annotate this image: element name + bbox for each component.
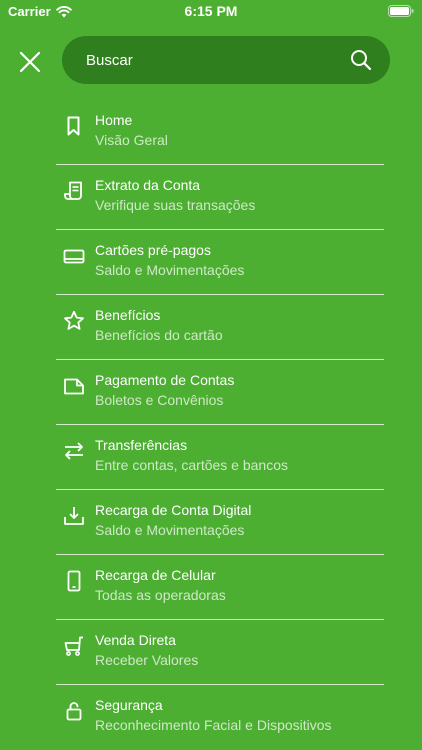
menu-item-title: Home: [95, 112, 133, 128]
menu-item-title: Transferências: [95, 437, 188, 453]
search-input[interactable]: [86, 36, 336, 84]
transfer-icon: [65, 442, 83, 460]
menu-item-seguranca[interactable]: Segurança Reconhecimento Facial e Dispos…: [56, 685, 384, 750]
star-icon: [64, 310, 84, 330]
document-icon: [64, 378, 84, 395]
menu-item-title: Benefícios: [95, 307, 161, 323]
menu-item-title: Venda Direta: [95, 632, 176, 648]
menu-list: Home Visão Geral Extrato da Conta Verifi…: [56, 100, 384, 750]
menu-item-subtitle: Visão Geral: [95, 132, 168, 148]
battery-icon: [388, 5, 414, 17]
menu-item-subtitle: Saldo e Movimentações: [95, 262, 245, 278]
menu-item-title: Segurança: [95, 697, 163, 713]
search-bar: [62, 36, 390, 84]
bookmark-icon: [67, 116, 80, 136]
menu-item-extrato[interactable]: Extrato da Conta Verifique suas transaçõ…: [56, 165, 384, 230]
menu-item-subtitle: Todas as operadoras: [95, 587, 226, 603]
menu-item-subtitle: Reconhecimento Facial e Dispositivos: [95, 717, 332, 733]
menu-item-subtitle: Entre contas, cartões e bancos: [95, 457, 288, 473]
menu-item-cartoes[interactable]: Cartões pré-pagos Saldo e Movimentações: [56, 230, 384, 295]
menu-item-beneficios[interactable]: Benefícios Benefícios do cartão: [56, 295, 384, 360]
menu-item-title: Extrato da Conta: [95, 177, 201, 193]
menu-item-subtitle: Boletos e Convênios: [95, 392, 224, 408]
menu-item-subtitle: Saldo e Movimentações: [95, 522, 245, 538]
menu-item-title: Recarga de Conta Digital: [95, 502, 252, 518]
menu-item-recarga-celular[interactable]: Recarga de Celular Todas as operadoras: [56, 555, 384, 620]
close-button[interactable]: [14, 46, 46, 78]
lock-icon: [66, 702, 82, 721]
menu-item-recarga-conta[interactable]: Recarga de Conta Digital Saldo e Movimen…: [56, 490, 384, 555]
status-bar: Carrier 6:15 PM: [0, 0, 422, 24]
menu-item-title: Pagamento de Contas: [95, 372, 235, 388]
menu-item-home[interactable]: Home Visão Geral: [56, 100, 384, 165]
receipt-icon: [64, 181, 82, 200]
card-icon: [63, 249, 85, 264]
search-icon[interactable]: [350, 49, 372, 71]
menu-item-transferencias[interactable]: Transferências Entre contas, cartões e b…: [56, 425, 384, 490]
clock: 6:15 PM: [184, 3, 238, 19]
close-icon: [19, 51, 41, 73]
menu-item-title: Recarga de Celular: [95, 567, 216, 583]
menu-item-venda-direta[interactable]: Venda Direta Receber Valores: [56, 620, 384, 685]
phone-icon: [67, 570, 81, 592]
menu-item-subtitle: Benefícios do cartão: [95, 327, 223, 343]
menu-item-pagamento[interactable]: Pagamento de Contas Boletos e Convênios: [56, 360, 384, 425]
menu-item-subtitle: Verifique suas transações: [95, 197, 256, 213]
menu-item-subtitle: Receber Valores: [95, 652, 199, 668]
cart-icon: [64, 636, 83, 656]
download-tray-icon: [64, 507, 84, 525]
menu-item-title: Cartões pré-pagos: [95, 242, 211, 258]
